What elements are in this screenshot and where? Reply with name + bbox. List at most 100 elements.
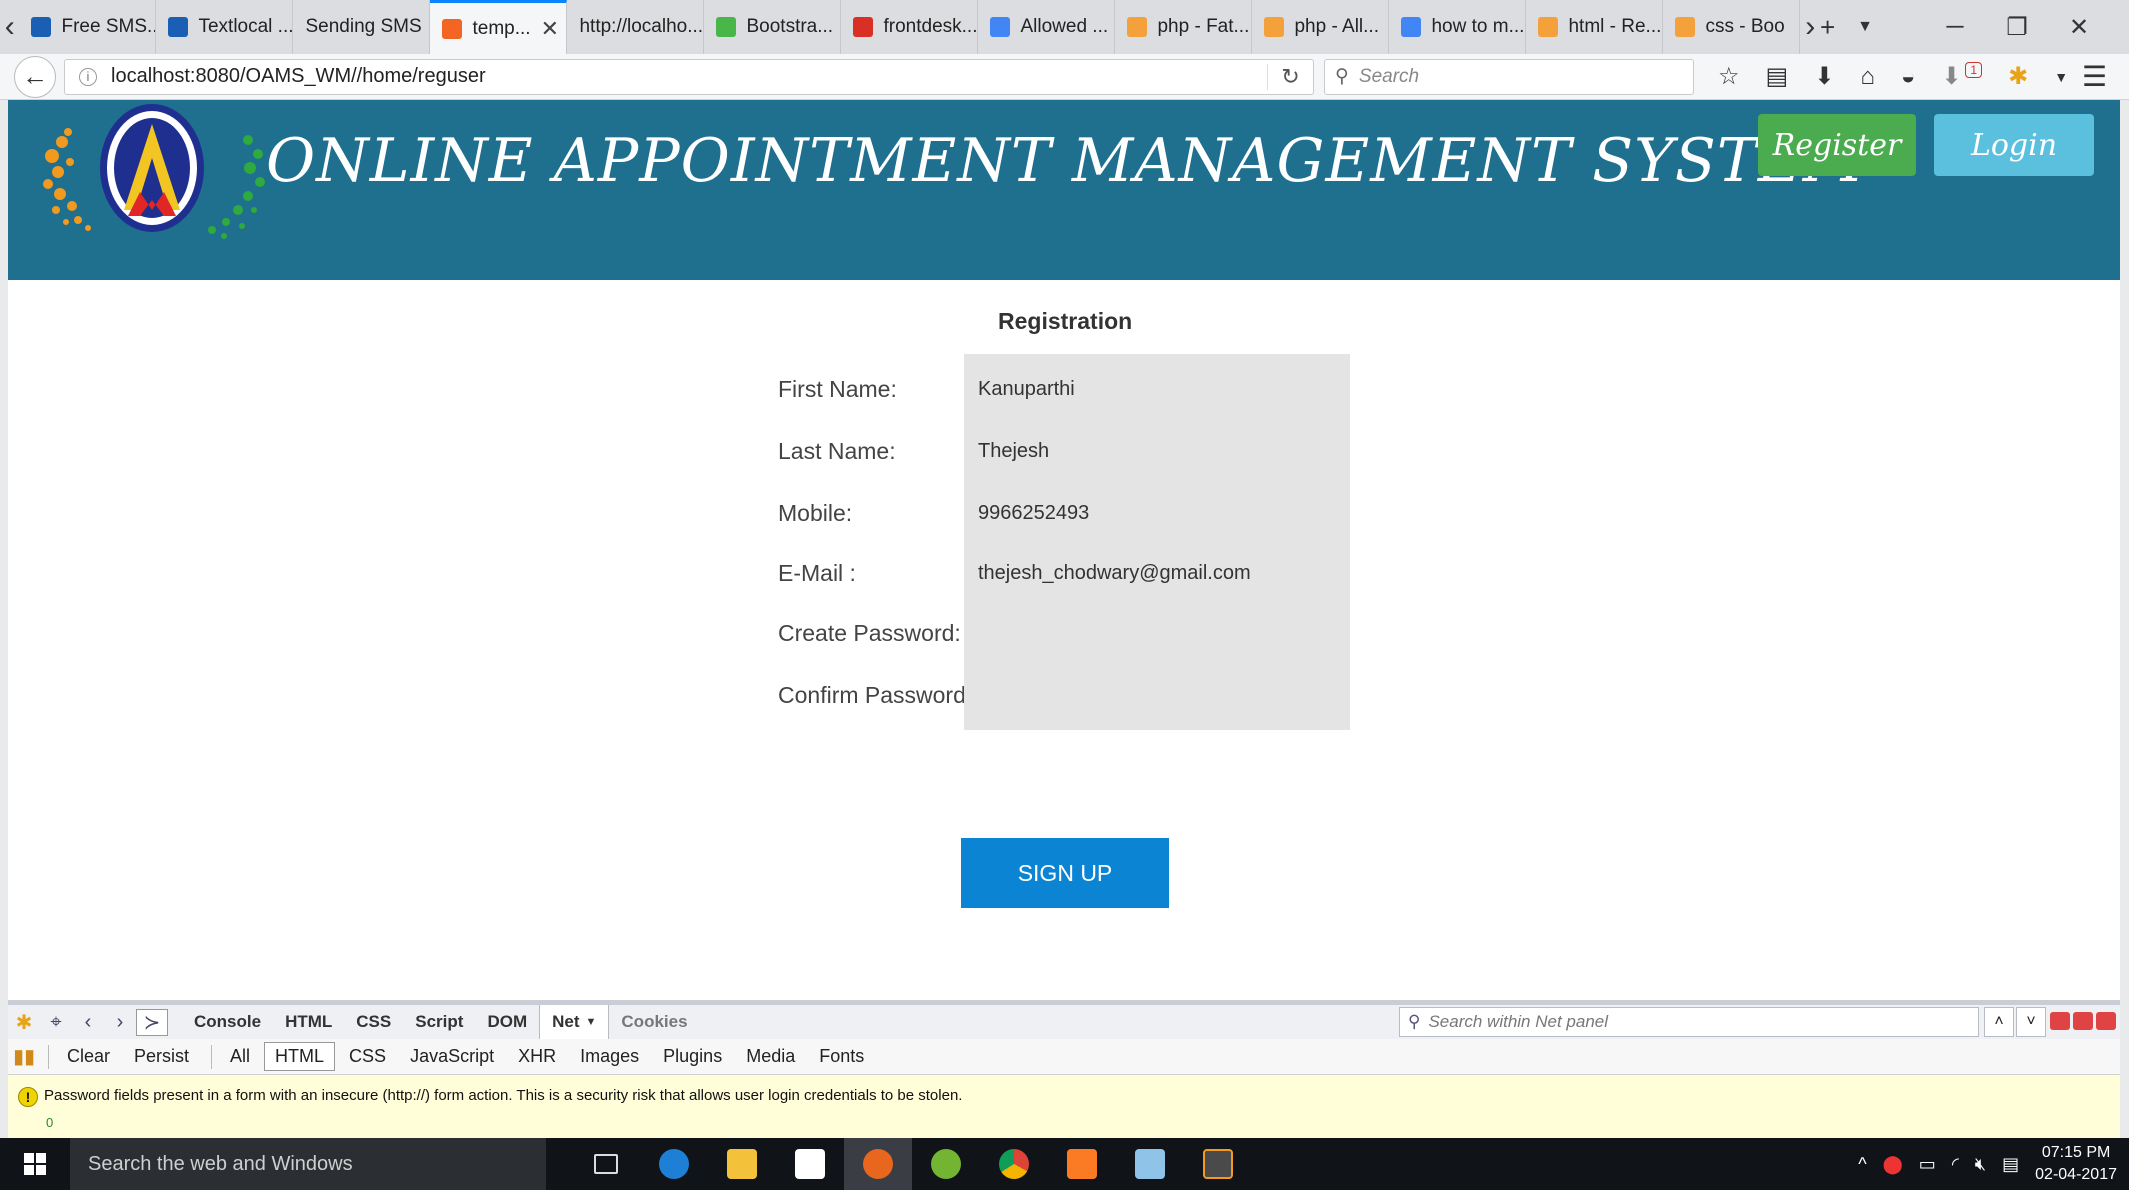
command-line-icon[interactable]: ≻ [136, 1008, 168, 1036]
download-arrow-icon[interactable]: ⬇ [1814, 62, 1834, 91]
action-center-icon[interactable]: ▤ [2002, 1154, 2019, 1175]
filter-plugins[interactable]: Plugins [653, 1043, 732, 1070]
history-back-icon[interactable]: ‹ [72, 1011, 104, 1034]
downloads-icon[interactable]: ⬇ [1941, 62, 1961, 91]
windows-logo-icon [24, 1153, 46, 1175]
browser-tab-label: php - All... [1294, 16, 1379, 37]
browser-tab[interactable]: http://localho... [567, 0, 705, 54]
home-icon[interactable]: ⌂ [1860, 63, 1875, 91]
firebug-icon[interactable]: ✱ [2008, 62, 2028, 91]
taskbar-store[interactable] [776, 1138, 844, 1190]
create-password-input[interactable] [964, 598, 1350, 668]
search-prev-icon[interactable]: ˄ [1984, 1007, 2014, 1037]
last-name-input[interactable]: Thejesh [964, 416, 1350, 486]
browser-tab[interactable]: html - Re... [1526, 0, 1664, 54]
filter-all[interactable]: All [220, 1043, 260, 1070]
history-forward-icon[interactable]: › [104, 1011, 136, 1034]
search-next-icon[interactable]: ˅ [2016, 1007, 2046, 1037]
taskbar-file-explorer[interactable] [708, 1138, 776, 1190]
browser-tab[interactable]: temp... ✕ [430, 0, 568, 54]
persist-button[interactable]: Persist [124, 1043, 199, 1070]
browser-tab[interactable]: css - Boo [1663, 0, 1801, 54]
firebug-close-icon[interactable] [2096, 1012, 2116, 1030]
tab-scroll-right-icon[interactable]: › [1800, 0, 1819, 54]
first-name-input[interactable]: Kanuparthi [964, 354, 1350, 424]
firebug-minimize-icon[interactable] [2050, 1012, 2070, 1030]
taskbar-notepad[interactable] [1116, 1138, 1184, 1190]
filter-css[interactable]: CSS [339, 1043, 396, 1070]
tab-console[interactable]: Console [182, 1012, 273, 1032]
tab-css[interactable]: CSS [344, 1012, 403, 1032]
taskbar-utorrent[interactable] [912, 1138, 980, 1190]
register-button[interactable]: Register [1758, 114, 1916, 176]
sign-up-button[interactable]: SIGN UP [961, 838, 1169, 908]
reading-list-icon[interactable]: ▤ [1766, 62, 1789, 91]
net-panel-search-input[interactable]: ⚲ Search within Net panel [1399, 1007, 1979, 1037]
browser-tab[interactable]: php - Fat... [1115, 0, 1253, 54]
bookmark-star-icon[interactable]: ☆ [1718, 62, 1740, 91]
filter-xhr[interactable]: XHR [508, 1043, 566, 1070]
url-bar[interactable]: i localhost:8080/OAMS_WM//home/reguser ↻ [64, 58, 1314, 95]
pocket-icon[interactable]: ◒ [1901, 63, 1916, 91]
browser-tab[interactable]: how to m... [1389, 0, 1527, 54]
login-button[interactable]: Login [1934, 114, 2094, 176]
browser-tab[interactable]: Sending SMS [293, 0, 431, 54]
browser-tab[interactable]: Bootstra... [704, 0, 842, 54]
browser-tab-label: Textlocal ... [198, 16, 294, 37]
volume-muted-icon[interactable]: 🔇︎ [1975, 1154, 1986, 1175]
browser-tab[interactable]: php - All... [1252, 0, 1390, 54]
back-button[interactable]: ← [14, 55, 56, 98]
acrobat-icon[interactable]: ⬤ [1883, 1154, 1903, 1175]
restore-icon[interactable]: ❐ [1997, 13, 2037, 42]
taskbar-xampp[interactable] [1048, 1138, 1116, 1190]
battery-icon[interactable]: ▭ [1919, 1154, 1936, 1175]
close-window-icon[interactable]: ✕ [2059, 13, 2099, 42]
filter-fonts[interactable]: Fonts [809, 1043, 874, 1070]
taskbar-chrome[interactable] [980, 1138, 1048, 1190]
taskbar-firefox[interactable] [844, 1138, 912, 1190]
browser-tab[interactable]: Allowed ... [978, 0, 1116, 54]
filter-html[interactable]: HTML [264, 1042, 336, 1071]
clear-button[interactable]: Clear [57, 1043, 120, 1070]
taskbar-clock[interactable]: 07:15 PM 02-04-2017 [2035, 1142, 2117, 1186]
tab-cookies[interactable]: Cookies [609, 1012, 699, 1032]
firebug-bug-icon[interactable]: ✱ [8, 1010, 40, 1035]
new-tab-icon[interactable]: + [1820, 12, 1835, 43]
menu-hamburger-icon[interactable]: ☰ [2082, 60, 2107, 93]
filter-javascript[interactable]: JavaScript [400, 1043, 504, 1070]
taskbar-search-input[interactable]: Search the web and Windows [70, 1138, 546, 1190]
task-view-button[interactable] [572, 1138, 640, 1190]
tray-expand-icon[interactable]: ^ [1858, 1154, 1866, 1175]
tab-list-dropdown-icon[interactable]: ▼ [1857, 18, 1873, 36]
firebug-menu-icon[interactable]: ▼ [2054, 69, 2068, 85]
info-icon[interactable]: i [79, 67, 97, 86]
taskbar-edge[interactable] [640, 1138, 708, 1190]
wifi-icon[interactable]: ◜ [1952, 1154, 1959, 1175]
taskbar-apps [572, 1138, 1252, 1190]
tab-script[interactable]: Script [403, 1012, 475, 1032]
tab-html[interactable]: HTML [273, 1012, 344, 1032]
confirm-password-input[interactable] [964, 660, 1350, 730]
minimize-icon[interactable]: ─ [1935, 13, 1975, 41]
utorrent-icon [931, 1149, 961, 1179]
reload-icon[interactable]: ↻ [1267, 63, 1313, 90]
browser-search-input[interactable]: ⚲ Search [1324, 58, 1694, 95]
browser-tab[interactable]: frontdesk... [841, 0, 979, 54]
inspect-element-icon[interactable]: ⌖ [40, 1011, 72, 1034]
tab-net[interactable]: Net ▼ [539, 1005, 610, 1039]
tab-scroll-left-icon[interactable]: ‹ [0, 0, 19, 54]
browser-tab[interactable]: Free SMS... [19, 0, 157, 54]
first-name-row: First Name: Kanuparthi [778, 354, 1378, 424]
filter-images[interactable]: Images [570, 1043, 649, 1070]
tab-dom[interactable]: DOM [475, 1012, 539, 1032]
start-button[interactable] [0, 1138, 70, 1190]
security-warning: ! Password fields present in a form with… [8, 1075, 2120, 1143]
firebug-window-controls [2050, 1012, 2116, 1030]
filter-media[interactable]: Media [736, 1043, 805, 1070]
browser-tab[interactable]: Textlocal ... [156, 0, 294, 54]
xhr-breakpoint-icon[interactable]: ▮▮ [8, 1044, 40, 1069]
net-dropdown-icon[interactable]: ▼ [586, 1016, 597, 1028]
taskbar-sublime[interactable] [1184, 1138, 1252, 1190]
close-tab-icon[interactable]: ✕ [541, 16, 559, 42]
firebug-detach-icon[interactable] [2073, 1012, 2093, 1030]
